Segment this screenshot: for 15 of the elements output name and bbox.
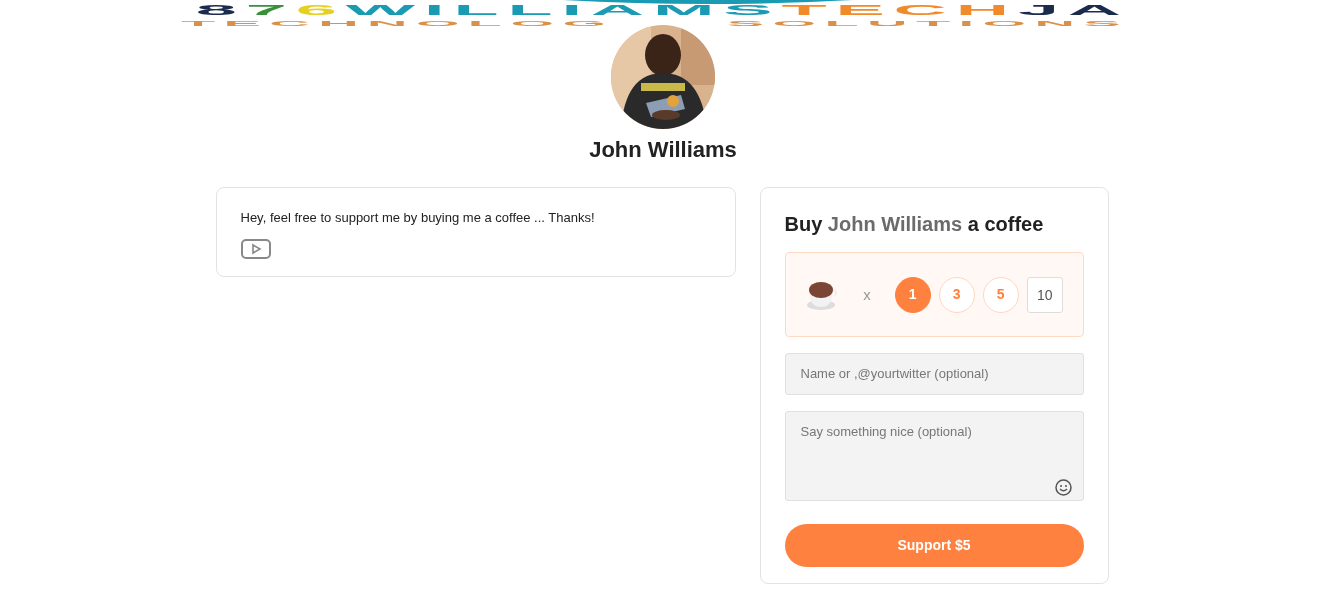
quantity-option[interactable]: 5 xyxy=(982,276,1019,313)
support-button[interactable]: Support $5 xyxy=(784,523,1084,567)
about-text: Hey, feel free to support me by buying me a coffee ... Thanks! xyxy=(240,209,596,228)
emoji-icon[interactable] xyxy=(1054,478,1072,496)
profile-name: John Williams xyxy=(589,137,737,164)
quantity-option[interactable]: 1 xyxy=(894,276,931,313)
support-heading: Buy John Williams a coffee xyxy=(784,212,1045,237)
custom-amount-field[interactable]: 10 xyxy=(1026,276,1063,313)
multiply-sign: x xyxy=(863,284,871,305)
quantity-option[interactable]: 3 xyxy=(938,276,975,313)
video-icon xyxy=(240,238,271,259)
logo-tagline: TECHNOLOG xyxy=(181,20,615,30)
message-field[interactable]: Say something nice (optional) xyxy=(784,410,1084,501)
logo-tagline: SOLUTIONS xyxy=(726,20,1130,30)
name-field[interactable]: Name or ,@yourtwitter (optional) xyxy=(784,353,1084,395)
